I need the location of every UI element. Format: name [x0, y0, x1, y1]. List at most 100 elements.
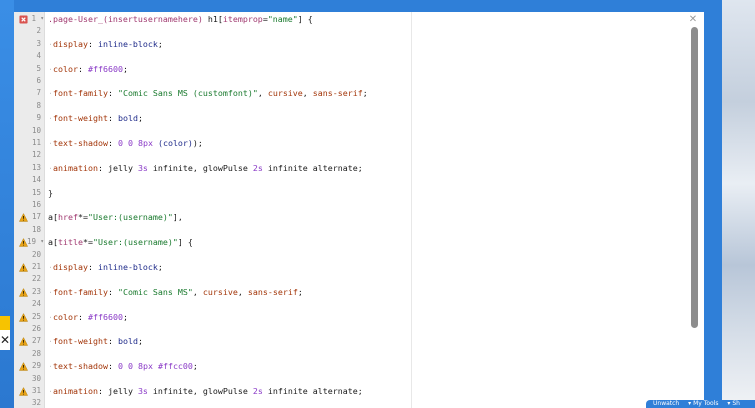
- warning-icon[interactable]: [19, 362, 28, 371]
- code-token: :: [77, 311, 88, 322]
- warning-icon[interactable]: [19, 287, 28, 297]
- line-number: 32: [31, 398, 41, 408]
- warning-icon[interactable]: [19, 263, 28, 272]
- code-token: }: [48, 187, 53, 198]
- code-line[interactable]: ·color: #ff6600;: [48, 63, 128, 75]
- code-token: ] {: [177, 237, 193, 248]
- code-token: cursive: [267, 88, 303, 99]
- error-icon[interactable]: [19, 15, 28, 24]
- code-content[interactable]: .page-User_(insertusernamehere) h1[itemp…: [45, 12, 704, 408]
- line-number: 12: [31, 150, 41, 160]
- code-line[interactable]: a[title*="User:(username)"] {: [48, 236, 193, 248]
- code-line[interactable]: ·font-weight: bold;: [48, 335, 143, 347]
- gutter-line: 4: [14, 50, 44, 62]
- code-line[interactable]: }: [48, 187, 53, 199]
- code-line[interactable]: .page-User_(insertusernamehere) h1[itemp…: [48, 13, 313, 25]
- gutter-line: 5: [14, 63, 44, 75]
- code-token: font-weight: [53, 336, 108, 347]
- background-right-sky: [722, 0, 755, 408]
- warning-icon[interactable]: [19, 337, 28, 347]
- code-token: inline-block: [97, 38, 158, 49]
- code-token: ,: [192, 286, 203, 297]
- line-number: 23: [31, 286, 41, 296]
- code-token: infinite alternate;: [262, 162, 363, 173]
- code-token: #ffcc00: [157, 361, 193, 372]
- code-line[interactable]: ·display: inline-block;: [48, 38, 163, 50]
- code-line[interactable]: ·font-family: "Comic Sans MS (customfont…: [48, 87, 368, 99]
- gutter-line: 27: [14, 335, 44, 347]
- code-token: :: [107, 113, 118, 124]
- warning-icon[interactable]: [19, 312, 28, 322]
- gutter-line: 20: [14, 249, 44, 261]
- gutter-line: 29: [14, 360, 44, 372]
- gutter-line: 32: [14, 397, 44, 408]
- line-number: 1: [31, 14, 36, 23]
- code-token: .page-User_(insertusernamehere): [48, 14, 203, 24]
- gutter-line: 13: [14, 162, 44, 174]
- code-line[interactable]: ·animation: jelly 3s infinite, glowPulse…: [48, 162, 363, 174]
- code-token: ,: [302, 88, 313, 99]
- scrollbar-thumb[interactable]: [691, 27, 698, 328]
- unwatch-button[interactable]: Unwatch: [653, 400, 679, 408]
- code-token: ;: [297, 286, 303, 297]
- line-gutter: 1 ▾ 2 3 4 5 6 7 8 9 10 11 12 13 14 15 16 17 18 19 ▾ 20 21 22 23 2…: [14, 12, 45, 408]
- gutter-line: 3: [14, 38, 44, 50]
- code-token: title: [58, 237, 83, 248]
- line-number: 22: [31, 274, 41, 284]
- gutter-line: 21: [14, 261, 44, 273]
- fold-toggle-icon[interactable]: ▾: [40, 236, 44, 248]
- code-token: itemprop: [222, 14, 263, 24]
- gutter-line: 24: [14, 298, 44, 310]
- line-number: 17: [31, 212, 41, 222]
- gutter-line: 28: [14, 348, 44, 360]
- gutter-line: 26: [14, 323, 44, 335]
- left-panel-close-icon[interactable]: ✕: [0, 332, 10, 348]
- code-line[interactable]: ·animation: jelly 3s infinite, glowPulse…: [48, 385, 363, 397]
- my-tools-menu[interactable]: ▾ My Tools: [688, 400, 718, 408]
- line-number: 20: [31, 249, 41, 259]
- code-token: :: [107, 88, 118, 99]
- code-token: 2s: [252, 162, 263, 173]
- line-number: 24: [31, 299, 41, 309]
- gutter-line: 2: [14, 25, 44, 37]
- gutter-line: 1 ▾: [14, 13, 44, 25]
- code-token: :: [87, 262, 98, 272]
- code-token: ,: [257, 88, 268, 99]
- code-token: a[: [48, 212, 58, 223]
- fold-toggle-icon[interactable]: ▾: [40, 13, 44, 25]
- code-editor[interactable]: 1 ▾ 2 3 4 5 6 7 8 9 10 11 12 13 14 15 16 17 18 19 ▾ 20 21 22 23 2…: [14, 12, 704, 408]
- code-token: :: [77, 63, 88, 74]
- code-token: ;: [362, 88, 368, 99]
- code-token: :: [107, 336, 118, 347]
- warning-icon[interactable]: [19, 213, 28, 223]
- code-token: ] {: [297, 14, 313, 24]
- warning-icon[interactable]: [19, 238, 28, 247]
- gutter-line: 11: [14, 137, 44, 149]
- code-line[interactable]: ·color: #ff6600;: [48, 311, 128, 323]
- gutter-line: 16: [14, 199, 44, 211]
- code-line[interactable]: a[href*="User:(username)"],: [48, 211, 183, 223]
- code-line[interactable]: ·text-shadow: 0 0 8px #ffcc00;: [48, 360, 198, 372]
- line-number: 15: [31, 187, 41, 197]
- bottom-toolbar: Unwatch ▾ My Tools ▾ Sh: [646, 400, 755, 408]
- code-line[interactable]: ·font-weight: bold;: [48, 112, 143, 124]
- code-token: sans-serif: [312, 88, 363, 99]
- code-token: :: [107, 286, 118, 297]
- code-token: "User:(username)": [87, 212, 173, 223]
- code-line[interactable]: ·display: inline-block;: [48, 261, 163, 273]
- gutter-line: 23: [14, 286, 44, 298]
- warning-icon[interactable]: [19, 387, 28, 396]
- gutter-line: 7: [14, 87, 44, 99]
- close-icon[interactable]: ✕: [688, 15, 698, 25]
- code-token: font-family: [53, 286, 108, 297]
- code-line[interactable]: ·text-shadow: 0 0 8px (color));: [48, 137, 203, 149]
- code-line[interactable]: ·font-family: "Comic Sans MS", cursive, …: [48, 286, 303, 298]
- code-token: ;: [137, 113, 143, 124]
- line-number: 30: [31, 373, 41, 383]
- line-number: 27: [31, 336, 41, 346]
- code-token: font-weight: [53, 113, 108, 124]
- code-token: bold: [117, 336, 138, 347]
- share-menu[interactable]: ▾ Sh: [727, 400, 740, 408]
- line-number: 6: [36, 76, 41, 85]
- code-token: "name": [267, 14, 298, 24]
